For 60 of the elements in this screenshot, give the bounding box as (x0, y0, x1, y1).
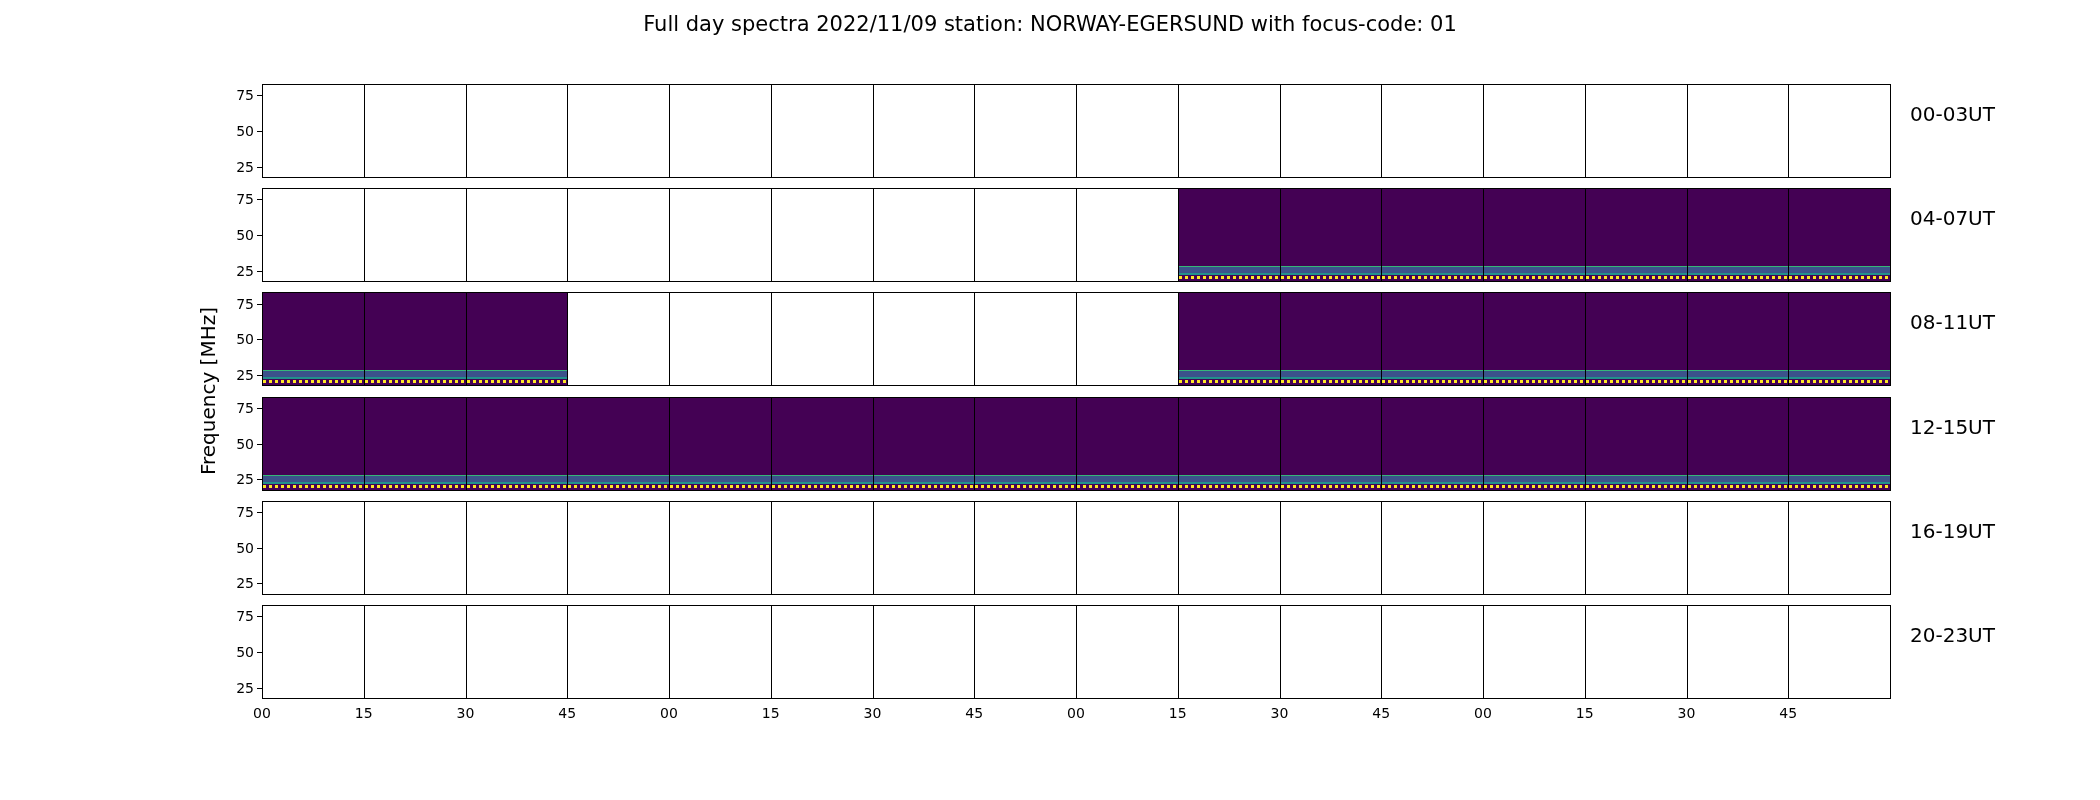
x-tick-label: 15 (1575, 705, 1594, 721)
tick-mark (257, 651, 262, 653)
y-tick-label: 50 (236, 332, 254, 347)
tick-mark (257, 547, 262, 549)
y-tick-label: 50 (236, 228, 254, 243)
tick-mark (257, 616, 262, 618)
x-tick-label: 00 (1067, 705, 1085, 721)
tick-mark (257, 687, 262, 689)
y-axis-label: Frequency [MHz] (196, 307, 220, 476)
y-tick-label: 50 (236, 436, 254, 451)
y-tick-label: 75 (236, 88, 254, 103)
row-time-label: 16-19UT (1910, 518, 1995, 543)
y-tick-label: 50 (236, 644, 254, 659)
x-tick-label: 15 (1168, 705, 1187, 721)
y-tick-label: 75 (236, 505, 254, 519)
x-tick-label: 00 (253, 705, 271, 721)
x-tick-label: 45 (558, 705, 577, 721)
tick-mark (257, 512, 262, 513)
tick-mark (257, 131, 262, 132)
x-tick-label: 30 (456, 705, 475, 721)
tick-mark (257, 235, 262, 237)
row-time-label: 08-11UT (1910, 310, 1995, 335)
x-tick-label: 00 (1474, 705, 1492, 721)
x-tick-label: 30 (1270, 705, 1289, 721)
y-tick-label: 25 (236, 263, 254, 278)
y-tick-label: 75 (236, 192, 254, 207)
tick-mark (257, 95, 262, 97)
x-tick-label: 45 (1372, 705, 1391, 721)
y-tick-label: 75 (236, 400, 254, 415)
y-tick-label: 25 (236, 576, 254, 591)
tick-mark (257, 443, 262, 445)
row-time-label: 20-23UT (1910, 622, 1995, 647)
chart-title: Full day spectra 2022/11/09 station: NORWAY-EGERSUND with focus-code: 01 (643, 12, 1457, 36)
tick-mark (257, 583, 262, 585)
x-tick-label: 15 (761, 705, 780, 721)
y-tick-label: 25 (236, 472, 254, 487)
row-time-label: 12-15UT (1910, 414, 1995, 439)
x-tick-label: 30 (863, 705, 882, 721)
tick-mark (257, 479, 262, 481)
tick-mark (257, 339, 262, 341)
x-tick-label: 00 (660, 705, 678, 721)
y-tick-label: 25 (236, 368, 254, 383)
y-tick-label: 50 (236, 124, 254, 138)
tick-mark (257, 270, 262, 272)
tick-mark (257, 303, 262, 305)
y-tick-label: 75 (236, 296, 254, 311)
tick-mark (257, 199, 262, 201)
y-tick-label: 75 (236, 609, 254, 624)
x-tick-label: 30 (1677, 705, 1696, 721)
tick-mark (257, 375, 262, 377)
x-tick-label: 45 (965, 705, 984, 721)
row-time-label: 00-03UT (1910, 102, 1995, 126)
y-tick-label: 50 (236, 540, 254, 555)
tick-mark (257, 407, 262, 409)
y-tick-label: 25 (236, 159, 254, 174)
x-tick-label: 45 (1779, 705, 1798, 721)
x-tick-label: 15 (354, 705, 373, 721)
row-time-label: 04-07UT (1910, 206, 1995, 231)
tick-mark (257, 166, 262, 168)
y-tick-label: 25 (236, 680, 254, 695)
